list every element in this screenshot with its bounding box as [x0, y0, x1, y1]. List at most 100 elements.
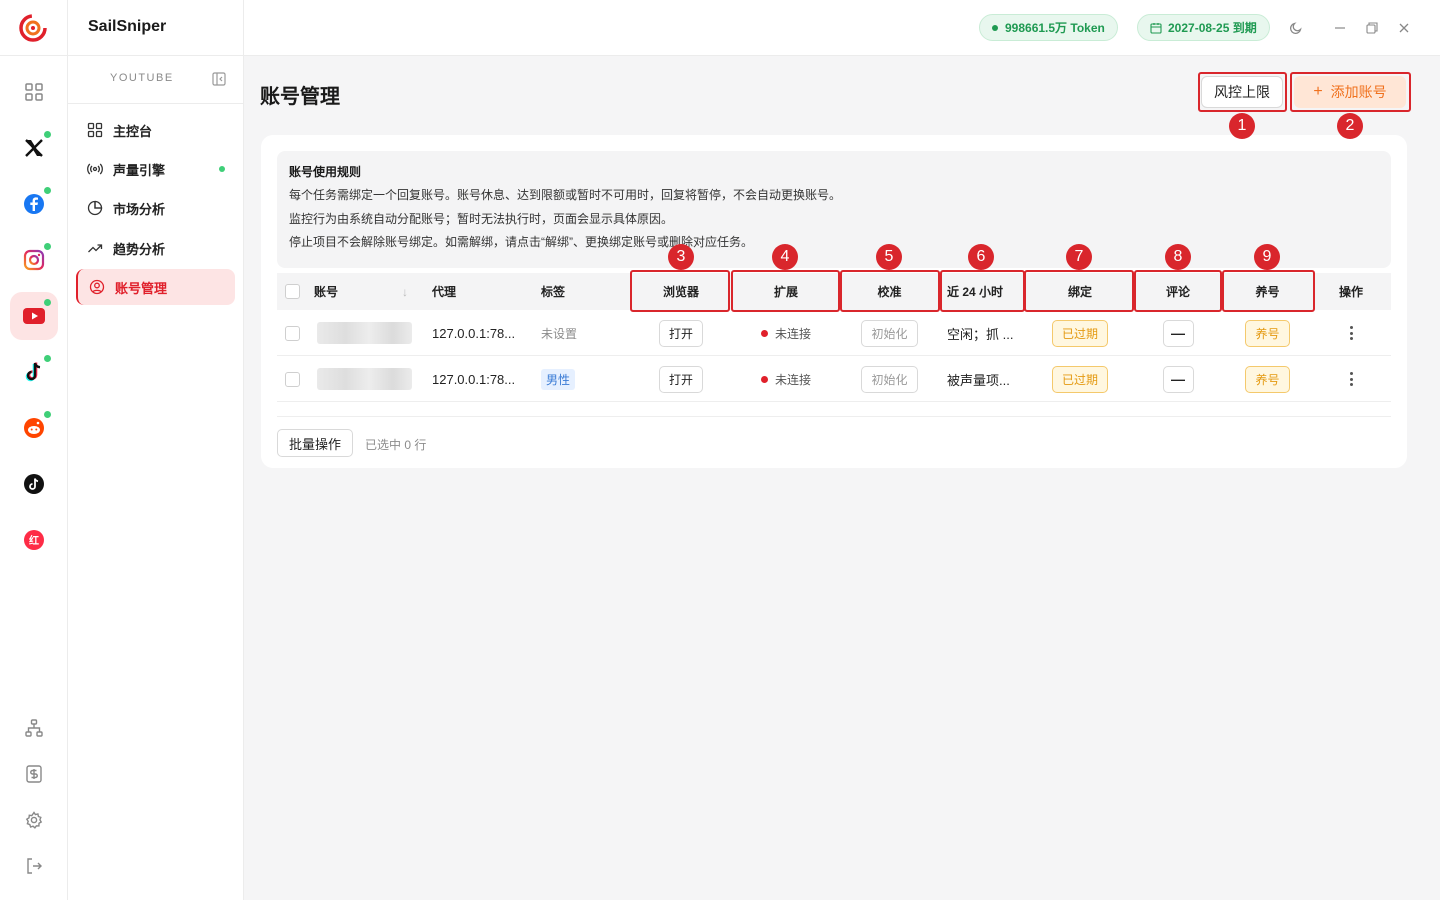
proxy-value: 127.0.0.1:78... [432, 325, 516, 341]
rail-reddit-icon[interactable] [10, 404, 58, 452]
expiry-badge: 2027-08-25 到期 [1137, 14, 1270, 41]
annotation-box-7 [1024, 270, 1134, 312]
more-actions-icon[interactable] [1327, 310, 1375, 356]
col-proxy: 代理 [432, 285, 457, 299]
rules-title: 账号使用规则 [289, 165, 362, 179]
open-browser-button[interactable]: 打开 [631, 356, 731, 402]
annotation-marker-9: 9 [1254, 244, 1280, 270]
sidebar-item-accounts[interactable]: 账号管理 [76, 269, 235, 305]
trend-icon [88, 244, 103, 253]
row-checkbox[interactable] [285, 310, 300, 356]
logout-icon[interactable] [10, 842, 58, 890]
table-row: 127.0.0.1:78... 未设置 打开 未连接 初始化 空闲；抓 ... … [277, 310, 1391, 356]
account-name-redacted [317, 356, 412, 402]
rules-notice: 账号使用规则 每个任务需绑定一个回复账号。账号休息、达到限额或暂时不可用时，回复… [277, 151, 1391, 268]
annotation-box-6 [940, 270, 1025, 312]
annotation-box-8 [1134, 270, 1222, 312]
row-checkbox[interactable] [285, 356, 300, 402]
annotation-marker-2: 2 [1337, 113, 1363, 139]
annotation-marker-6: 6 [968, 244, 994, 270]
annotation-box-3 [630, 270, 730, 312]
sidebar-item-label: 账号管理 [115, 280, 168, 296]
rail-xiaohongshu-icon[interactable]: 红 [10, 516, 58, 564]
pie-icon [87, 200, 103, 216]
col-actions: 操作 [1338, 285, 1363, 299]
last-24h-value: 空闲；抓 ... [947, 326, 1014, 342]
top-bar: 998661.5万 Token 2027-08-25 到期 [244, 0, 1440, 56]
comment-button[interactable]: — [1137, 356, 1219, 402]
app-logo-icon [18, 12, 50, 44]
svg-text:红: 红 [29, 534, 39, 547]
sidebar-item-label: 市场分析 [113, 201, 166, 217]
rail-x-icon[interactable] [10, 124, 58, 172]
rail-facebook-icon[interactable] [10, 180, 58, 228]
org-icon[interactable] [10, 704, 58, 752]
annotation-box-5 [840, 270, 940, 312]
app-name: SailSniper [88, 18, 167, 35]
sidebar-item-label: 声量引擎 [113, 162, 166, 178]
sidebar-item-label: 趋势分析 [113, 241, 166, 257]
rail-youtube-icon[interactable] [10, 292, 58, 340]
annotation-marker-4: 4 [772, 244, 798, 270]
radio-icon [87, 163, 103, 175]
rail-grid-icon[interactable] [10, 68, 58, 116]
rules-line: 每个任务需绑定一个回复账号。账号休息、达到限额或暂时不可用时，回复将暂停，不会自… [289, 188, 842, 202]
binding-status-badge[interactable]: 已过期 [1027, 310, 1133, 356]
nurture-button[interactable]: 养号 [1224, 356, 1311, 402]
annotation-box-2 [1290, 72, 1411, 112]
sort-icon[interactable]: ↓ [402, 273, 408, 310]
calendar-icon [1150, 22, 1162, 34]
batch-actions-button[interactable]: 批量操作 [277, 429, 353, 457]
account-name-redacted [317, 310, 412, 356]
theme-toggle-moon-icon[interactable] [1286, 18, 1306, 38]
rail-tiktok-alt-icon[interactable] [10, 460, 58, 508]
rail-instagram-icon[interactable] [10, 236, 58, 284]
calibrate-button[interactable]: 初始化 [841, 356, 938, 402]
settings-icon[interactable] [10, 796, 58, 844]
annotation-marker-3: 3 [668, 244, 694, 270]
tag-value: 男性 [541, 356, 576, 402]
annotation-marker-8: 8 [1165, 244, 1191, 270]
select-all-checkbox[interactable] [285, 273, 300, 310]
collapse-sidebar-icon[interactable] [212, 72, 226, 91]
sidebar-item-voice-engine[interactable]: 声量引擎 [76, 151, 235, 187]
annotation-box-1 [1198, 72, 1287, 112]
token-balance-badge: 998661.5万 Token [979, 14, 1118, 41]
annotation-marker-5: 5 [876, 244, 902, 270]
close-icon[interactable] [1394, 18, 1414, 38]
more-actions-icon[interactable] [1327, 356, 1375, 402]
billing-icon[interactable] [10, 750, 58, 798]
sidebar-item-market[interactable]: 市场分析 [76, 190, 235, 226]
sidebar-item-trend[interactable]: 趋势分析 [76, 230, 235, 266]
nurture-button[interactable]: 养号 [1224, 310, 1311, 356]
annotation-box-9 [1222, 270, 1315, 312]
annotation-box-4 [731, 270, 840, 312]
proxy-value: 127.0.0.1:78... [432, 371, 516, 387]
selection-count: 已选中 0 行 [365, 438, 427, 452]
open-browser-button[interactable]: 打开 [631, 310, 731, 356]
rules-line: 监控行为由系统自动分配账号；暂时无法执行时，页面会显示具体原因。 [289, 211, 674, 226]
restore-icon[interactable] [1362, 18, 1382, 38]
dashboard-icon [87, 122, 103, 138]
section-label: YOUTUBE [110, 72, 174, 84]
sidebar-item-dashboard[interactable]: 主控台 [76, 112, 235, 148]
sidebar: SailSniper YOUTUBE 主控台 声量引擎 市场分析 趋势分析 账号… [68, 0, 244, 900]
page-title: 账号管理 [260, 86, 340, 108]
extension-status: 未连接 [733, 356, 839, 402]
calibrate-button[interactable]: 初始化 [841, 310, 938, 356]
rules-line: 停止项目不会解除账号绑定。如需解绑，请点击“解绑”、更换绑定账号或删除对应任务。 [289, 235, 753, 249]
comment-button[interactable]: — [1137, 310, 1219, 356]
col-tag: 标签 [541, 285, 566, 299]
table-row: 127.0.0.1:78... 男性 打开 未连接 初始化 被声量项... 已过… [277, 356, 1391, 402]
annotation-marker-7: 7 [1066, 244, 1092, 270]
tag-value: 未设置 [541, 326, 578, 341]
rail-tiktok-icon[interactable] [10, 348, 58, 396]
col-account: 账号 [314, 285, 339, 299]
platform-rail: 红 [0, 0, 68, 900]
binding-status-badge[interactable]: 已过期 [1027, 356, 1133, 402]
minimize-icon[interactable] [1330, 18, 1350, 38]
extension-status: 未连接 [733, 310, 839, 356]
sidebar-item-label: 主控台 [113, 123, 153, 139]
last-24h-value: 被声量项... [947, 372, 1010, 388]
user-circle-icon [89, 279, 105, 295]
